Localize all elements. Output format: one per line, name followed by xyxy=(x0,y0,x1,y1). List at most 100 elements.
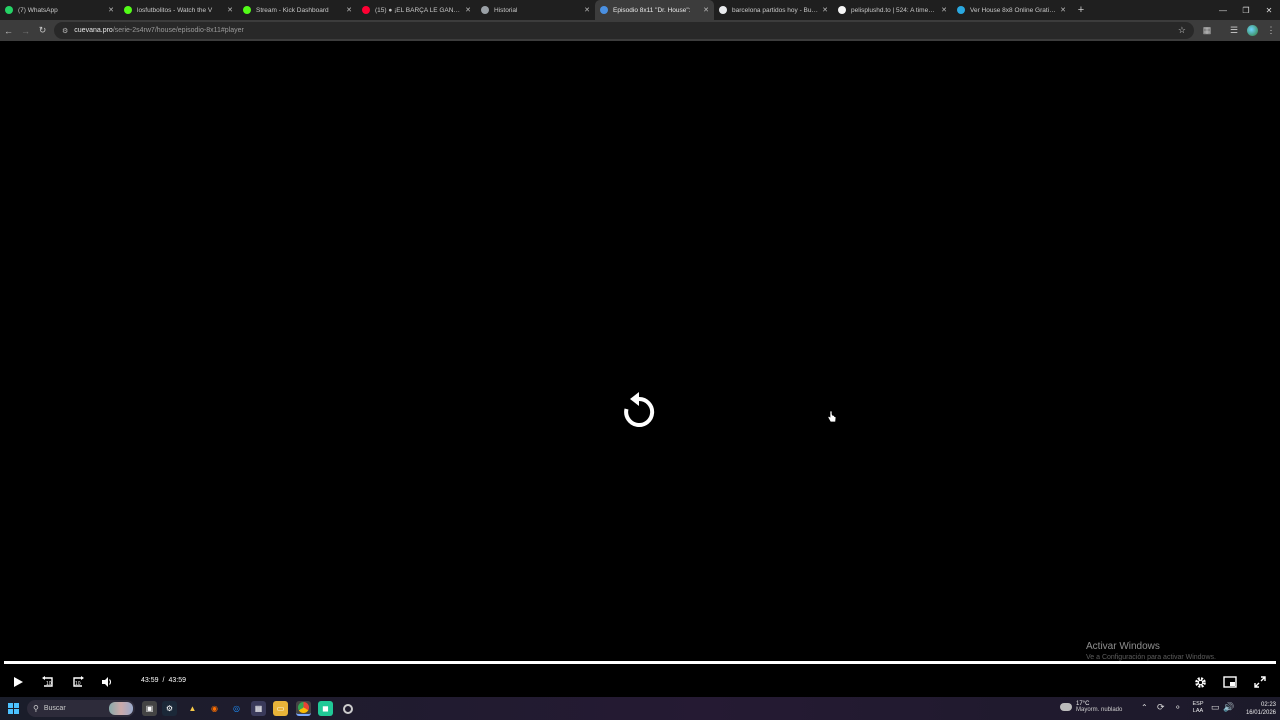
tab-favicon-icon xyxy=(124,6,132,14)
clock-date: 16/01/2026 xyxy=(1245,710,1276,716)
tab-title: (15) ● ¡EL BARÇA LE GANA AL xyxy=(375,6,461,14)
browser-tab[interactable]: Episodio 8x11 "Dr. House": ✕ xyxy=(595,0,714,20)
taskbar-search[interactable]: ⚲ Buscar xyxy=(27,700,135,717)
forward-10-button[interactable]: 10 xyxy=(68,673,88,691)
volume-button[interactable] xyxy=(97,673,117,691)
language-indicator[interactable]: ESP LAA xyxy=(1191,701,1205,715)
svg-text:10: 10 xyxy=(46,681,52,687)
tab-favicon-icon xyxy=(957,6,965,14)
address-bar[interactable]: ⚙ cuevana.pro/serie-2s4rw7/house/episodi… xyxy=(54,22,1194,39)
tab-favicon-icon xyxy=(600,6,608,14)
weather-desc: Mayorm. nublado xyxy=(1076,707,1123,713)
microphone-icon[interactable]: ⚬ xyxy=(1174,702,1182,713)
new-tab-button[interactable]: + xyxy=(1073,4,1089,16)
tab-close-icon[interactable]: ✕ xyxy=(226,6,234,14)
browser-tab[interactable]: (15) ● ¡EL BARÇA LE GANA AL ✕ xyxy=(357,0,476,20)
forward-button[interactable]: → xyxy=(17,20,34,41)
tab-title: losfutbolitos - Watch the V xyxy=(137,6,213,14)
close-window-button[interactable]: ✕ xyxy=(1258,0,1280,20)
tab-title: Ver House 8x8 Online Gratis Co xyxy=(970,6,1056,14)
display-icon[interactable]: ▭ xyxy=(1211,702,1220,713)
tab-title: pelisplushd.to | 524: A timeout xyxy=(851,6,937,14)
browser-tab[interactable]: pelisplushd.to | 524: A timeout ✕ xyxy=(833,0,952,20)
firefox-icon[interactable]: ◉ xyxy=(207,701,222,716)
store-icon[interactable]: ▦ xyxy=(251,701,266,716)
steam-icon[interactable]: ⚙ xyxy=(162,701,177,716)
weather-widget[interactable]: 17°C Mayorm. nublado xyxy=(1060,701,1122,713)
search-icon: ⚲ xyxy=(33,704,39,713)
windows-activation-watermark: Activar Windows Ve a Configuración para … xyxy=(1086,641,1216,661)
lang-line-1: ESP xyxy=(1192,701,1204,707)
browser-tab[interactable]: Ver House 8x8 Online Gratis Co ✕ xyxy=(952,0,1071,20)
tab-close-icon[interactable]: ✕ xyxy=(940,6,948,14)
volume-icon xyxy=(102,677,112,687)
forward-icon: 10 xyxy=(73,676,84,687)
tab-close-icon[interactable]: ✕ xyxy=(345,6,353,14)
bookmark-star-icon[interactable]: ☆ xyxy=(1178,25,1186,36)
menu-kebab-icon[interactable]: ⋮ xyxy=(1262,20,1280,41)
progress-bar[interactable] xyxy=(4,661,1276,664)
tray-overflow-chevron-icon[interactable]: ⌃ xyxy=(1141,703,1148,712)
taskbar-clock[interactable]: 02:23 16/01/2026 xyxy=(1240,701,1276,717)
browser-tab[interactable]: (7) WhatsApp ✕ xyxy=(0,0,119,20)
tab-favicon-icon xyxy=(243,6,251,14)
replay-icon[interactable] xyxy=(620,391,658,431)
task-view-icon[interactable]: ▣ xyxy=(142,701,157,716)
pip-icon xyxy=(1223,676,1237,688)
back-button[interactable]: ← xyxy=(0,20,17,41)
settings-button[interactable] xyxy=(1190,673,1210,691)
url-path: /serie-2s4rw7/house/episodio-8x11#player xyxy=(112,27,244,34)
browser-tab[interactable]: Historial ✕ xyxy=(476,0,595,20)
tab-favicon-icon xyxy=(838,6,846,14)
tab-close-icon[interactable]: ✕ xyxy=(583,6,591,14)
speaker-icon[interactable]: 🔊 xyxy=(1223,702,1234,713)
tab-favicon-icon xyxy=(362,6,370,14)
rewind-10-button[interactable]: 10 xyxy=(38,673,58,691)
tab-close-icon[interactable]: ✕ xyxy=(702,6,710,14)
site-info-icon[interactable]: ⚙ xyxy=(62,27,68,35)
tab-title: Episodio 8x11 "Dr. House": xyxy=(613,6,691,14)
chrome-icon[interactable] xyxy=(296,701,311,716)
restore-button[interactable]: ❐ xyxy=(1235,0,1257,20)
browser-tab[interactable]: Stream - Kick Dashboard ✕ xyxy=(238,0,357,20)
norton-icon[interactable]: ▲ xyxy=(185,701,200,716)
exit-fullscreen-icon xyxy=(1254,676,1266,688)
tabs-container: (7) WhatsApp ✕ losfutbolitos - Watch the V… xyxy=(0,0,1071,20)
tab-close-icon[interactable]: ✕ xyxy=(464,6,472,14)
hand-cursor-icon xyxy=(827,410,837,423)
browser-tab[interactable]: losfutbolitos - Watch the V ✕ xyxy=(119,0,238,20)
picture-in-picture-button[interactable] xyxy=(1220,673,1240,691)
play-icon xyxy=(14,677,23,687)
tab-favicon-icon xyxy=(481,6,489,14)
tab-title: (7) WhatsApp xyxy=(18,6,58,14)
tab-title: barcelona partidos hoy - Buscar xyxy=(732,6,818,14)
browser-tab[interactable]: barcelona partidos hoy - Buscar ✕ xyxy=(714,0,833,20)
tab-close-icon[interactable]: ✕ xyxy=(821,6,829,14)
network-sync-icon[interactable]: ⟳ xyxy=(1157,702,1165,713)
file-explorer-icon[interactable]: ▭ xyxy=(273,701,288,716)
tab-close-icon[interactable]: ✕ xyxy=(107,6,115,14)
tab-favicon-icon xyxy=(719,6,727,14)
media-control-icon[interactable]: ☰ xyxy=(1225,20,1243,41)
spotify-like-icon[interactable]: ◼ xyxy=(318,701,333,716)
search-placeholder: Buscar xyxy=(43,705,66,712)
tab-title: Stream - Kick Dashboard xyxy=(256,6,329,14)
cloud-icon xyxy=(1060,703,1072,711)
start-button[interactable] xyxy=(8,703,19,714)
tab-strip: (7) WhatsApp ✕ losfutbolitos - Watch the V… xyxy=(0,0,1280,20)
extensions-icon[interactable]: ▦ xyxy=(1198,20,1216,41)
duration: 43:59 xyxy=(168,677,187,684)
edge-icon[interactable]: ◎ xyxy=(229,701,244,716)
fullscreen-button[interactable] xyxy=(1250,673,1270,691)
video-player[interactable]: 10 10 43:59/43:59 xyxy=(0,41,1280,697)
obs-icon[interactable] xyxy=(340,701,355,716)
clock-time: 02:23 xyxy=(1260,702,1276,708)
minimize-button[interactable]: — xyxy=(1212,0,1234,20)
tab-title: Historial xyxy=(494,6,518,14)
watermark-line-1: Activar Windows xyxy=(1086,641,1160,652)
tab-close-icon[interactable]: ✕ xyxy=(1059,6,1067,14)
svg-text:10: 10 xyxy=(75,681,81,687)
reload-button[interactable]: ↻ xyxy=(34,20,51,41)
profile-avatar[interactable] xyxy=(1243,20,1261,41)
play-button[interactable] xyxy=(8,673,28,691)
